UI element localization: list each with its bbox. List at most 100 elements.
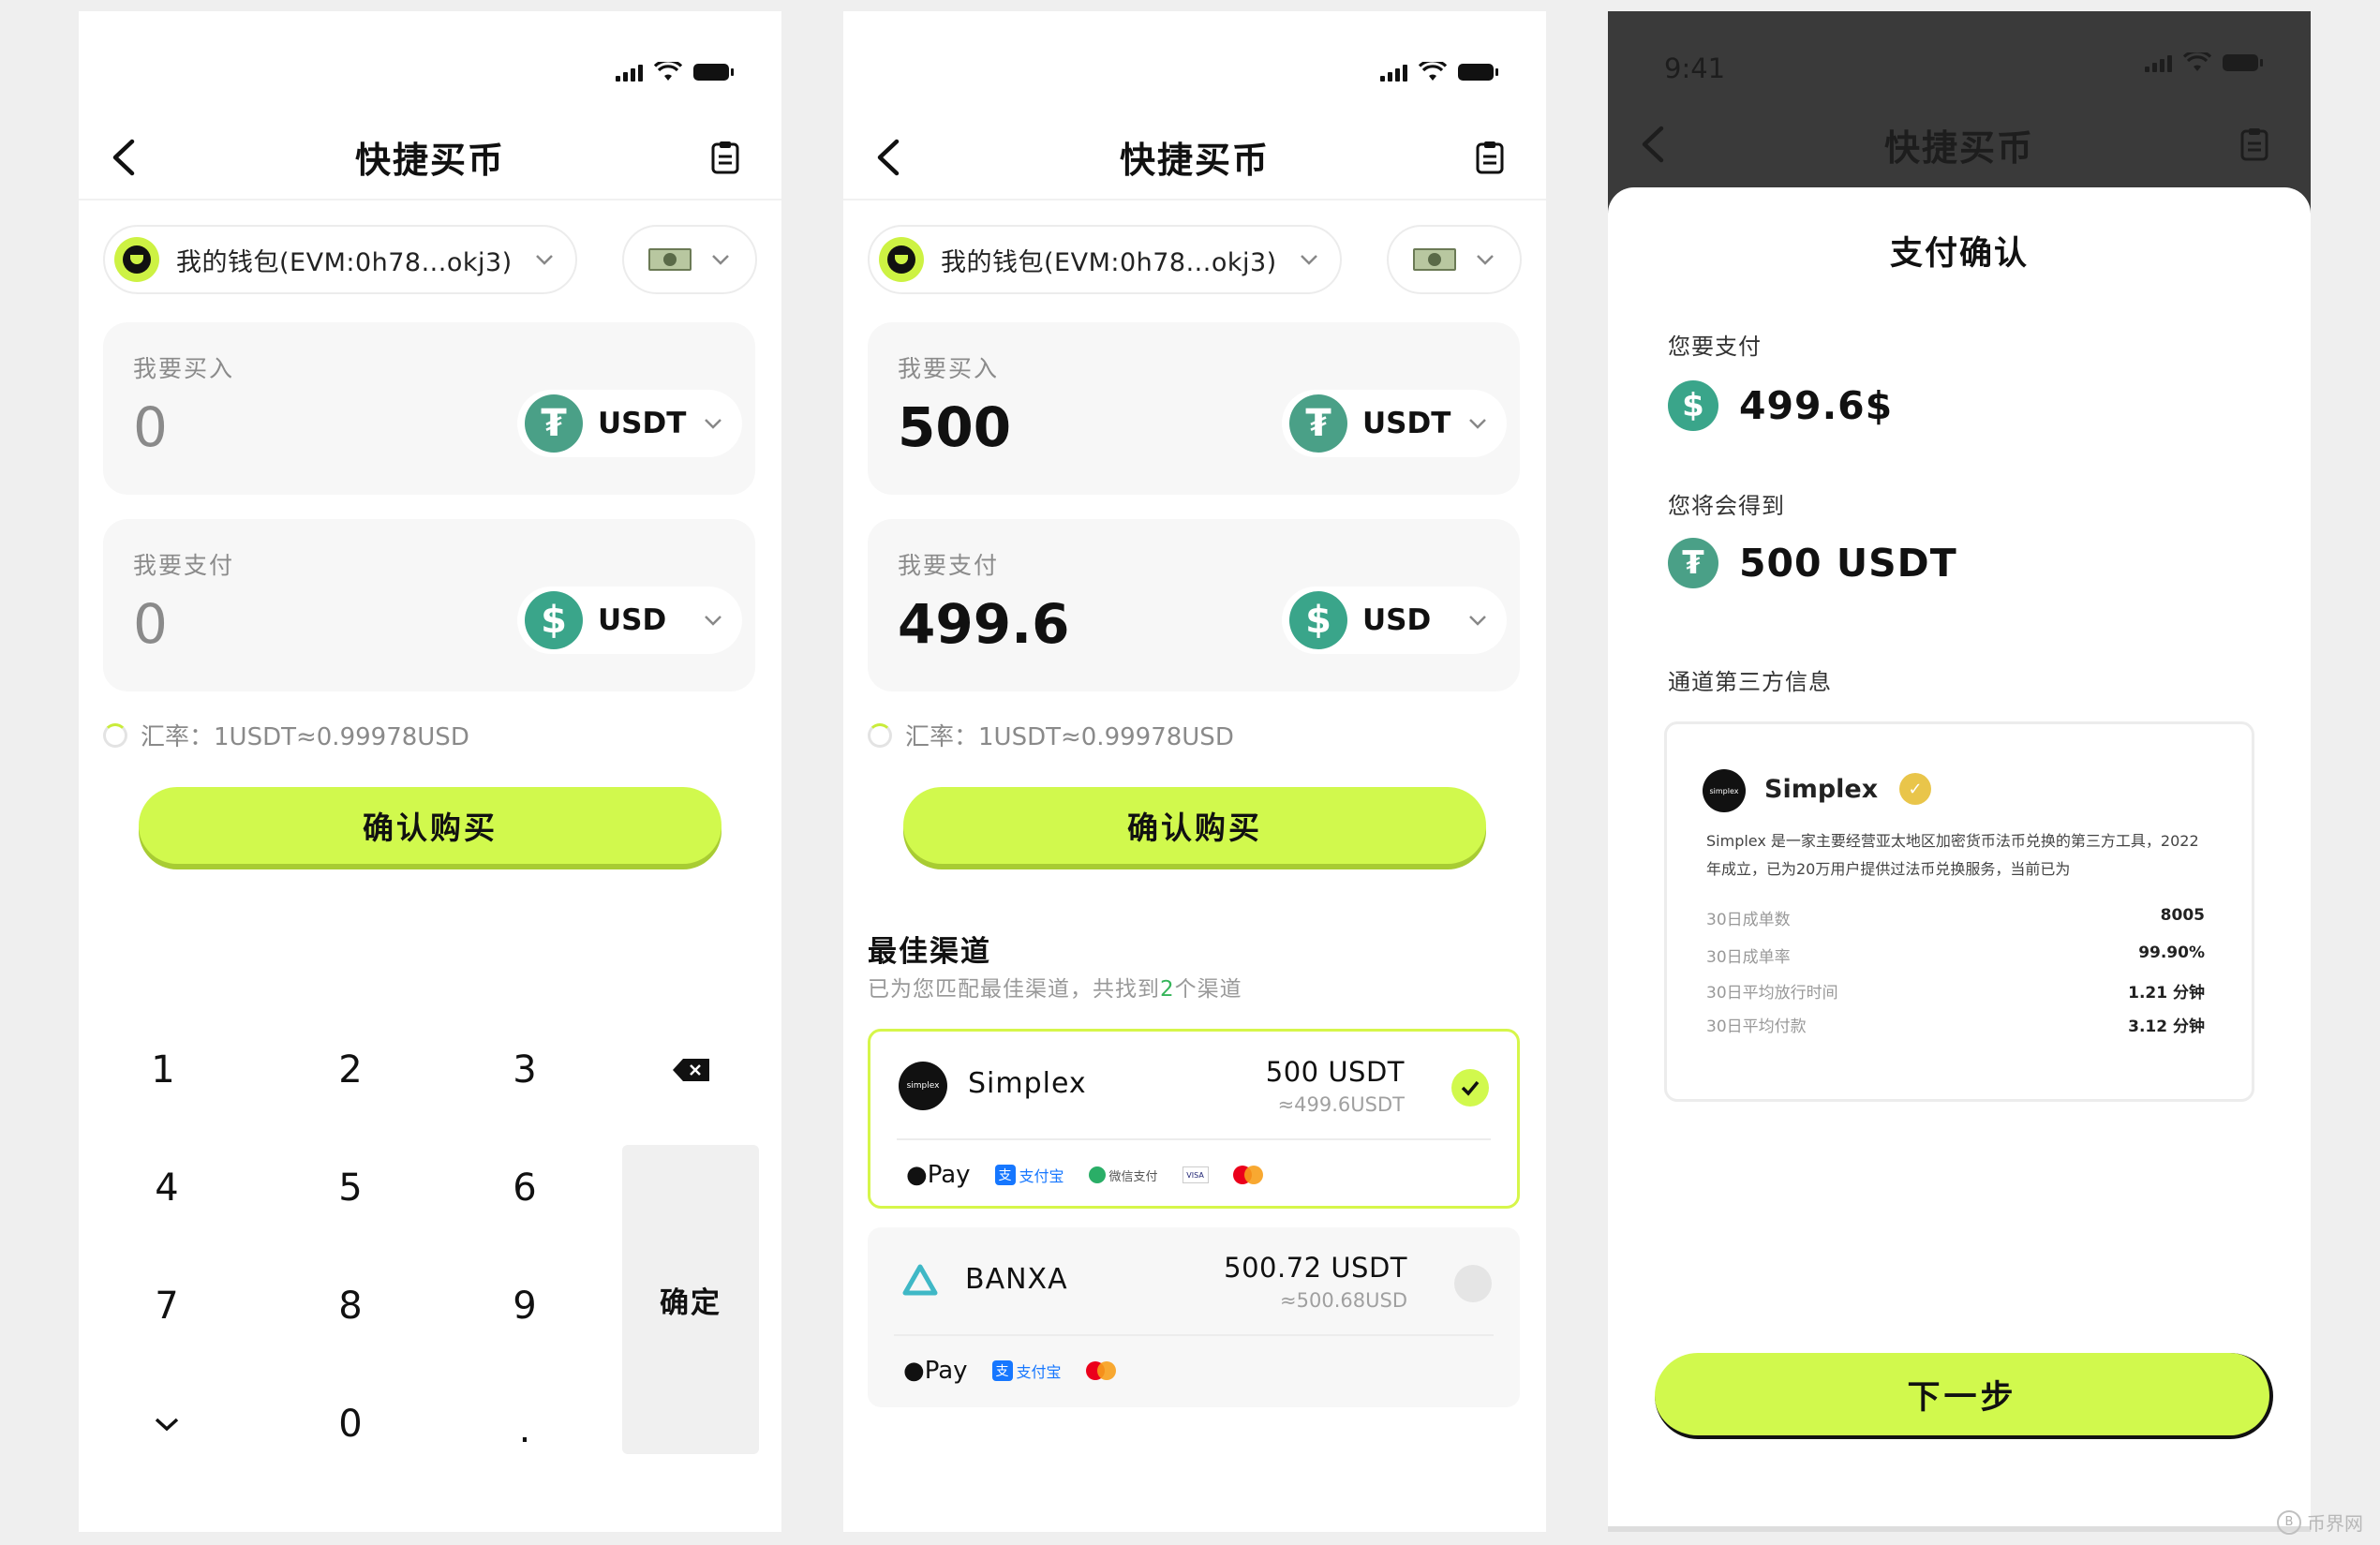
signal-icon bbox=[616, 63, 643, 82]
channel-amount: 500.72 USDT bbox=[1224, 1252, 1407, 1284]
signal-icon bbox=[1380, 63, 1407, 82]
wallet-label: 我的钱包(EVM:0h78...okj3) bbox=[176, 247, 513, 277]
exchange-rate: 汇率：1USDT≈0.99978USD bbox=[868, 718, 1234, 752]
key-0[interactable]: 0 bbox=[294, 1387, 407, 1462]
backspace-icon bbox=[673, 1059, 709, 1081]
stat-row: 30日成单率 99.90% bbox=[1706, 943, 2205, 967]
exchange-rate-text: 汇率：1USDT≈0.99978USD bbox=[905, 723, 1234, 751]
chevron-down-icon bbox=[1477, 255, 1494, 265]
fiat-selector[interactable] bbox=[622, 225, 757, 294]
apple-pay-icon: ●Pay bbox=[906, 1161, 971, 1189]
key-3[interactable]: 3 bbox=[469, 1032, 581, 1107]
key-8[interactable]: 8 bbox=[294, 1269, 407, 1344]
pay-card: 我要支付 0 $ USD bbox=[103, 519, 755, 691]
stat-row: 30日平均放行时间 1.21 分钟 bbox=[1706, 984, 2205, 1003]
battery-icon bbox=[2223, 54, 2263, 71]
chevron-down-icon bbox=[536, 255, 553, 265]
buy-token-selector[interactable]: ₮ USDT bbox=[1282, 390, 1507, 457]
nav-bar: 快捷买币 bbox=[843, 114, 1546, 201]
pay-token-name: USD bbox=[1362, 603, 1432, 637]
channel-name: BANXA bbox=[965, 1263, 1068, 1296]
tether-icon: ₮ bbox=[525, 394, 583, 453]
screen-buy-filled: 快捷买币 我的钱包(EVM:0h78...okj3) 我要买入 500 ₮ US… bbox=[843, 11, 1546, 1532]
best-channel-subtitle: 已为您匹配最佳渠道，共找到2个渠道 bbox=[868, 977, 1242, 1002]
nav-bar: 快捷买币 bbox=[79, 114, 781, 201]
pay-label: 您要支付 bbox=[1668, 334, 1762, 360]
chevron-down-icon bbox=[1469, 616, 1486, 626]
provider-info-card: simplex Simplex ✓ Simplex 是一家主要经营亚太地区加密货… bbox=[1664, 721, 2254, 1102]
next-step-button[interactable]: 下一步 bbox=[1655, 1353, 2273, 1439]
keypad-confirm-button[interactable]: 确定 bbox=[622, 1145, 759, 1454]
dollar-icon: $ bbox=[525, 591, 583, 649]
page-title: 快捷买币 bbox=[1119, 139, 1270, 181]
simplex-logo-icon: simplex bbox=[899, 1062, 947, 1110]
pay-amount-row: $ 499.6$ bbox=[1668, 380, 1893, 431]
pay-label: 我要支付 bbox=[898, 552, 1000, 579]
confirm-purchase-button[interactable]: 确认购买 bbox=[903, 787, 1486, 864]
fiat-selector[interactable] bbox=[1387, 225, 1522, 294]
channel-option-banxa[interactable]: BANXA 500.72 USDT ≈500.68USD ●Pay 支支付宝 bbox=[868, 1227, 1520, 1407]
numeric-keypad: 1 2 3 4 5 6 7 8 9 0 . 确定 bbox=[107, 1032, 759, 1454]
chevron-down-icon bbox=[1469, 419, 1486, 429]
wallet-selector[interactable]: 我的钱包(EVM:0h78...okj3) bbox=[868, 225, 1342, 294]
back-button[interactable] bbox=[862, 131, 915, 184]
banknote-icon bbox=[1413, 248, 1456, 271]
buy-amount-input[interactable]: 500 bbox=[898, 395, 1011, 459]
back-button[interactable] bbox=[97, 131, 150, 184]
stat-row: 30日平均付款 3.12 分钟 bbox=[1706, 1018, 2205, 1036]
receive-amount-row: ₮ 500 USDT bbox=[1668, 538, 1957, 588]
provider-description: Simplex 是一家主要经营亚太地区加密货币法币兑换的第三方工具，2022年成… bbox=[1706, 832, 2199, 878]
key-9[interactable]: 9 bbox=[469, 1269, 581, 1344]
buy-token-name: USDT bbox=[1362, 407, 1451, 440]
pay-token-selector[interactable]: $ USD bbox=[517, 587, 742, 654]
key-5[interactable]: 5 bbox=[294, 1151, 407, 1226]
key-4[interactable]: 4 bbox=[111, 1151, 223, 1226]
receive-label: 您将会得到 bbox=[1668, 493, 1785, 519]
wallet-label: 我的钱包(EVM:0h78...okj3) bbox=[941, 247, 1277, 277]
status-bar bbox=[1380, 62, 1498, 82]
collapse-key[interactable] bbox=[111, 1387, 223, 1462]
dollar-icon: $ bbox=[1289, 591, 1347, 649]
key-dot[interactable]: . bbox=[469, 1392, 581, 1467]
home-indicator bbox=[1608, 1526, 2311, 1532]
wallet-logo-icon bbox=[879, 237, 924, 282]
wallet-selector[interactable]: 我的钱包(EVM:0h78...okj3) bbox=[103, 225, 577, 294]
watermark: B 币界网 bbox=[2277, 1508, 2363, 1536]
clipboard-icon[interactable] bbox=[1471, 139, 1509, 176]
key-1[interactable]: 1 bbox=[107, 1032, 219, 1107]
key-2[interactable]: 2 bbox=[294, 1032, 407, 1107]
chevron-down-icon bbox=[705, 419, 721, 429]
dollar-icon: $ bbox=[1668, 380, 1718, 431]
chevron-down-icon bbox=[155, 1418, 179, 1432]
clipboard-icon[interactable] bbox=[2236, 126, 2273, 163]
simplex-logo-icon: simplex bbox=[1703, 769, 1746, 812]
clipboard-icon[interactable] bbox=[707, 139, 744, 176]
buy-amount-input[interactable]: 0 bbox=[133, 395, 168, 459]
checkmark-icon bbox=[1451, 1069, 1489, 1107]
buy-card: 我要买入 0 ₮ USDT bbox=[103, 322, 755, 495]
pay-amount-input[interactable]: 499.6 bbox=[898, 592, 1069, 656]
visa-icon: VISA bbox=[1182, 1166, 1209, 1183]
pay-token-selector[interactable]: $ USD bbox=[1282, 587, 1507, 654]
pay-amount-input[interactable]: 0 bbox=[133, 592, 168, 656]
third-party-label: 通道第三方信息 bbox=[1668, 669, 1832, 695]
verified-badge-icon: ✓ bbox=[1899, 773, 1931, 805]
key-6[interactable]: 6 bbox=[469, 1151, 581, 1226]
key-7[interactable]: 7 bbox=[111, 1269, 223, 1344]
pay-amount: 499.6$ bbox=[1739, 383, 1894, 428]
delete-key[interactable] bbox=[635, 1032, 748, 1107]
chevron-left-icon bbox=[877, 139, 900, 176]
confirm-purchase-button[interactable]: 确认购买 bbox=[139, 787, 721, 864]
channel-option-simplex[interactable]: simplex Simplex 500 USDT ≈499.6USDT ●Pay… bbox=[868, 1029, 1520, 1209]
buy-card: 我要买入 500 ₮ USDT bbox=[868, 322, 1520, 495]
watermark-logo-icon: B bbox=[2277, 1509, 2301, 1535]
chevron-left-icon bbox=[1642, 126, 1664, 163]
back-button[interactable] bbox=[1627, 118, 1679, 171]
exchange-rate: 汇率：1USDT≈0.99978USD bbox=[103, 718, 469, 752]
mastercard-icon bbox=[1085, 1361, 1118, 1380]
channel-name: Simplex bbox=[968, 1067, 1087, 1100]
radio-unselected[interactable] bbox=[1454, 1265, 1492, 1302]
apple-pay-icon: ●Pay bbox=[903, 1357, 968, 1385]
wifi-icon bbox=[2183, 52, 2211, 71]
buy-token-selector[interactable]: ₮ USDT bbox=[517, 390, 742, 457]
